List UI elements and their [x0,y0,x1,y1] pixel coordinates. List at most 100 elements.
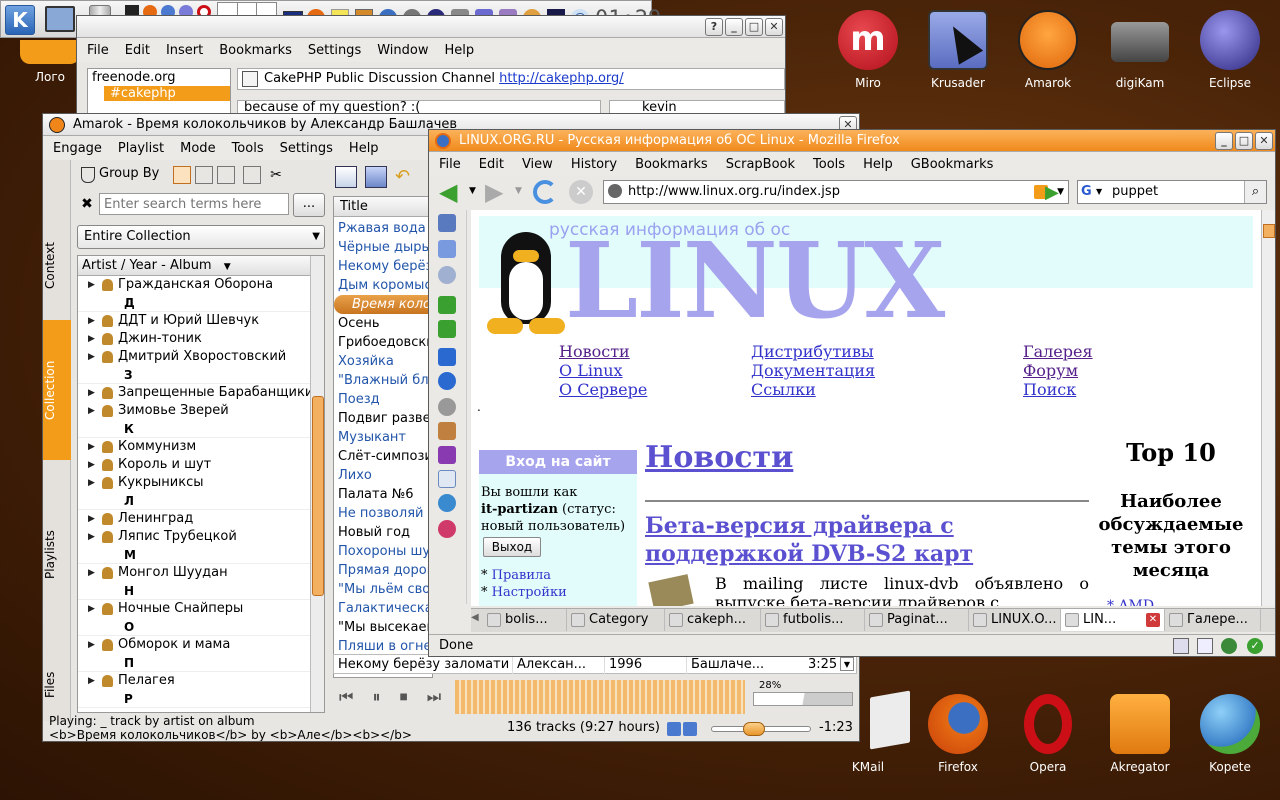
desktop-icon-digikam[interactable]: digiKam [1100,10,1180,90]
menu-playlist[interactable]: Playlist [118,141,164,156]
expand-arrow-icon[interactable]: ▶ [88,276,95,294]
playlist-row[interactable]: "Мы льём своё [334,580,430,599]
track-position-thumb[interactable] [743,722,765,736]
clear-playlist-icon[interactable] [335,166,357,188]
menu-history[interactable]: History [571,157,617,172]
kde-menu-icon[interactable]: K [5,5,35,35]
server-item[interactable]: freenode.org [88,69,230,86]
desktop-icon-amarok[interactable]: Amarok [1008,10,1088,90]
clear-search-icon[interactable]: ✖ [79,196,95,212]
collection-artist-row[interactable]: ▶ ДДТ и Юрий Шевчук [78,312,310,330]
collection-artist-row[interactable]: ▶ Гражданская Оборона [78,276,310,294]
menu-help[interactable]: Help [863,157,893,172]
tab-playlists[interactable]: Playlists [43,500,71,610]
nav-forum[interactable]: Форум [1023,361,1078,380]
menu-edit[interactable]: Edit [125,43,150,58]
search-bar[interactable]: G ▼ puppet ⌕ [1077,180,1267,204]
collection-artist-row[interactable]: ▶ Дмитрий Хворостовский [78,348,310,366]
download-icon[interactable] [438,296,456,314]
nav-about-linux[interactable]: О Linux [559,361,623,380]
collection-artist-row[interactable]: ▶ Джин-тоник [78,330,310,348]
playlist-last-row[interactable]: Некому берёзу заломати Алексан... 1996 Б… [333,654,857,674]
expand-arrow-icon[interactable]: ▶ [88,510,95,528]
playlist-row[interactable]: Поезд [334,390,430,409]
collection-artist-row[interactable]: ▶ Ленинград [78,510,310,528]
close-button[interactable]: ✕ [765,18,783,36]
magnifier-icon[interactable]: ⌕ [1244,181,1266,203]
settings-link[interactable]: Настройки [492,585,567,600]
save-playlist-icon[interactable] [365,166,387,188]
back-icon[interactable]: ◀ [439,178,457,206]
maximize-button[interactable]: □ [1235,132,1253,150]
group-by-icon[interactable] [81,167,95,183]
desktop-icon-opera[interactable]: Opera [1008,694,1088,774]
menu-window[interactable]: Window [377,43,428,58]
gallery-icon[interactable] [438,214,456,232]
reload-icon[interactable] [533,180,557,204]
playlist-row[interactable]: Лихо [334,466,430,485]
status-icon-3[interactable] [1221,638,1237,654]
collection-artist-row[interactable]: ▶ Король и шут [78,456,310,474]
playlist-row[interactable]: "Мы высекаем [334,618,430,637]
group-by-label[interactable]: Group By [99,166,159,181]
pencil-icon[interactable] [242,71,258,87]
undo-icon[interactable]: ↶ [395,168,415,186]
menu-view[interactable]: View [522,157,553,172]
menu-help[interactable]: Help [349,141,379,156]
tab[interactable]: Paginat... [865,609,969,631]
tab[interactable]: LINUX.O... [969,609,1061,631]
playlist-row[interactable]: Палата №6 [334,485,430,504]
help-button[interactable]: ? [705,18,723,36]
menu-file[interactable]: File [87,43,109,58]
top10-item[interactable]: * AMD [1107,598,1154,606]
code-icon[interactable] [438,446,456,464]
tab-scroll-left-icon[interactable]: ◀ [471,612,479,623]
expand-arrow-icon[interactable]: ▶ [88,600,95,618]
globe-icon[interactable] [438,494,456,512]
go-icon[interactable]: ▶ [1045,182,1059,203]
stop-icon[interactable]: ⏹ [400,687,408,706]
tab-active[interactable]: LIN... ✕ [1061,609,1165,631]
ipod-view-icon[interactable] [217,166,235,184]
menu-help[interactable]: Help [444,43,474,58]
expand-arrow-icon[interactable]: ▶ [88,402,95,420]
channel-item[interactable]: #cakephp [104,86,230,101]
nav-news[interactable]: Новости [559,342,630,361]
tab[interactable]: Галере... [1165,609,1261,631]
tab[interactable]: bolis... [483,609,567,631]
expand-arrow-icon[interactable]: ▶ [88,348,95,366]
playlist-row[interactable]: Новый год [334,523,430,542]
topic-link[interactable]: http://cakephp.org/ [499,71,624,86]
tab-context[interactable]: Context [43,210,71,320]
menu-bookmarks[interactable]: Bookmarks [635,157,708,172]
rules-link[interactable]: Правила [492,568,551,583]
desktop-icon-kopete[interactable]: Kopete [1190,694,1270,774]
detail-view-icon[interactable] [243,166,261,184]
tab-close-icon[interactable]: ✕ [1146,613,1160,627]
desktop-icon-eclipse[interactable]: Eclipse [1190,10,1270,90]
playlist-header-title[interactable]: Title [334,197,432,217]
desktop-show-icon[interactable] [45,6,75,32]
configure-icon[interactable]: ✂ [267,166,285,184]
tab[interactable]: cakeph... [665,609,761,631]
tree-scrollbar[interactable] [310,256,324,712]
playlist-row[interactable]: Некому берёз [334,257,430,276]
menu-tools[interactable]: Tools [232,141,264,156]
chevron-down-icon[interactable]: ▼ [840,657,854,671]
history-icon[interactable] [438,266,456,284]
playlist-row[interactable]: Ржавая вода [334,219,430,238]
expand-arrow-icon[interactable]: ▶ [88,474,95,492]
collection-artist-row[interactable]: ▶ Коммунизм [78,438,310,456]
menu-gbookmarks[interactable]: GBookmarks [911,157,994,172]
playlist-row[interactable]: Похороны шут [334,542,430,561]
addons-icon[interactable] [438,320,456,338]
pause-icon[interactable]: ⏸ [373,687,381,706]
collection-filter-select[interactable]: Entire Collection ▼ [77,225,325,249]
playlist-row[interactable]: Музыкант [334,428,430,447]
nav-about-server[interactable]: О Сервере [559,380,647,399]
menu-edit[interactable]: Edit [479,157,504,172]
playlist-row[interactable]: "Влажный бле [334,371,430,390]
tools-icon[interactable] [438,422,456,440]
collection-artist-row[interactable]: ▶ Монгол Шуудан [78,564,310,582]
expand-arrow-icon[interactable]: ▶ [88,564,95,582]
